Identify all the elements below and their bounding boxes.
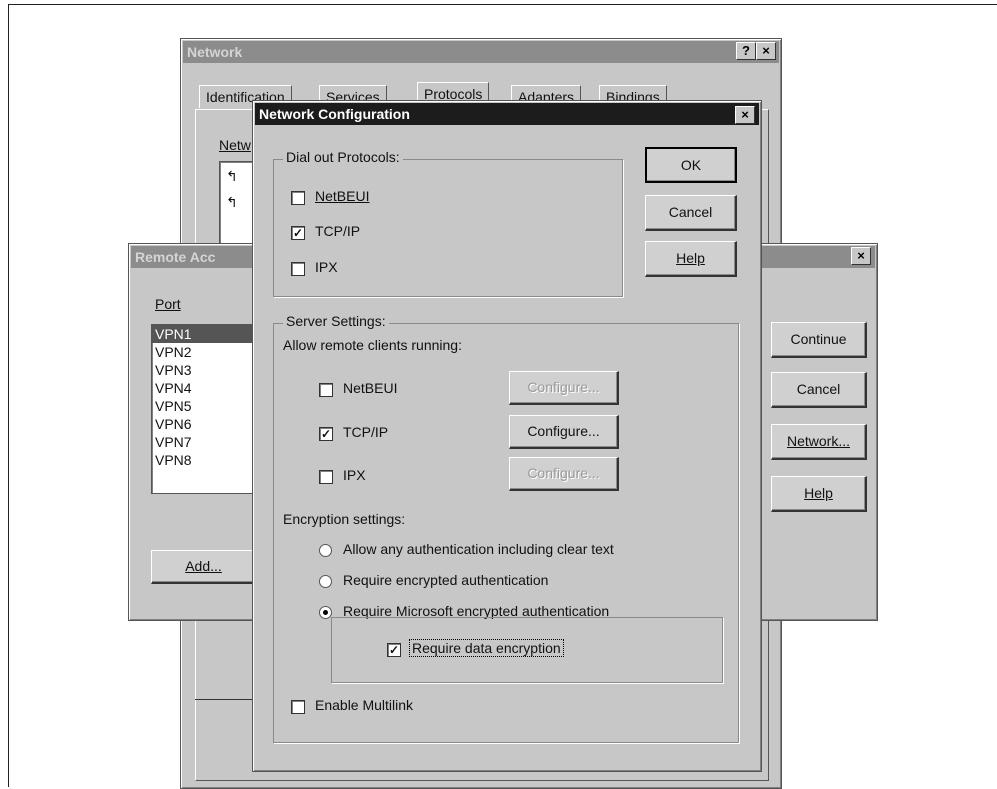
continue-button-label: Continue: [790, 331, 847, 347]
server-ipx-label[interactable]: IPX: [343, 467, 366, 483]
server-ipx-checkbox[interactable]: [319, 470, 333, 484]
port-listbox[interactable]: VPN1 VPN2 VPN3 VPN4 VPN5 VPN6 VPN7 VPN8: [151, 324, 263, 494]
remote-cancel-button-label: Cancel: [796, 381, 841, 397]
remote-cancel-button[interactable]: Cancel: [771, 372, 867, 408]
close-icon[interactable]: ×: [735, 106, 755, 124]
close-icon[interactable]: ×: [851, 247, 871, 265]
server-netbeui-label[interactable]: NetBEUI: [343, 380, 397, 396]
enable-multilink-label[interactable]: Enable Multilink: [315, 697, 413, 713]
server-tcpip-checkbox[interactable]: ✓: [319, 427, 333, 441]
remote-help-button-label: Help: [804, 485, 833, 501]
enc-encrypted-radio[interactable]: [319, 575, 332, 588]
configure-netbeui-label: Configure...: [527, 379, 600, 395]
config-help-button-label: Help: [676, 250, 705, 266]
port-label: Port: [155, 296, 181, 312]
list-item[interactable]: VPN7: [152, 433, 262, 451]
network-button-label: Network...: [786, 433, 850, 449]
protocol-icon: ↰: [226, 168, 238, 184]
network-section-label: Netw: [219, 137, 251, 153]
network-title: Network: [187, 44, 243, 60]
remote-access-title: Remote Acc: [135, 249, 216, 265]
ok-button-label: OK: [680, 157, 702, 173]
network-config-dialog: Network Configuration × Dial out Protoco…: [252, 100, 762, 772]
remote-help-button[interactable]: Help: [771, 476, 867, 512]
server-settings-label: Server Settings:: [283, 313, 389, 329]
allow-remote-label: Allow remote clients running:: [283, 337, 462, 353]
help-icon[interactable]: ?: [736, 42, 756, 60]
configure-tcpip-label: Configure...: [527, 423, 600, 439]
dial-tcpip-label[interactable]: TCP/IP: [315, 223, 360, 239]
encryption-settings-label: Encryption settings:: [283, 511, 406, 527]
enc-any-label[interactable]: Allow any authentication including clear…: [343, 541, 614, 557]
server-tcpip-label[interactable]: TCP/IP: [343, 424, 388, 440]
config-cancel-button[interactable]: Cancel: [645, 195, 737, 231]
network-bottom-divider: [195, 699, 255, 700]
config-titlebar: Network Configuration: [255, 103, 759, 125]
frame-left-line: [8, 4, 9, 787]
config-title: Network Configuration: [259, 106, 410, 122]
continue-button[interactable]: Continue: [771, 322, 867, 358]
dial-tcpip-checkbox[interactable]: ✓: [291, 226, 305, 240]
dial-ipx-checkbox[interactable]: [291, 262, 305, 276]
list-item[interactable]: VPN4: [152, 379, 262, 397]
dial-netbeui-checkbox[interactable]: [291, 191, 305, 205]
require-data-encryption-checkbox[interactable]: ✓: [387, 643, 401, 657]
configure-tcpip-button[interactable]: Configure...: [509, 415, 619, 449]
list-item[interactable]: VPN2: [152, 343, 262, 361]
ok-button[interactable]: OK: [645, 147, 737, 183]
network-button[interactable]: Network...: [771, 424, 867, 460]
list-item[interactable]: VPN8: [152, 451, 262, 469]
frame-top-line: [8, 4, 997, 5]
config-help-button[interactable]: Help: [645, 241, 737, 277]
enc-encrypted-label[interactable]: Require encrypted authentication: [343, 572, 548, 588]
dial-ipx-label[interactable]: IPX: [315, 259, 338, 275]
server-netbeui-checkbox[interactable]: [319, 383, 333, 397]
add-port-button-label: Add...: [185, 558, 222, 574]
enc-any-radio[interactable]: [319, 544, 332, 557]
close-icon[interactable]: ×: [756, 42, 776, 60]
list-item[interactable]: VPN1: [152, 325, 262, 343]
dial-netbeui-label[interactable]: NetBEUI: [315, 188, 369, 204]
add-port-button[interactable]: Add...: [151, 550, 257, 584]
list-item[interactable]: VPN5: [152, 397, 262, 415]
require-data-encryption-label[interactable]: Require data encryption: [409, 639, 564, 657]
network-titlebar: Network: [183, 41, 779, 63]
list-item[interactable]: VPN6: [152, 415, 262, 433]
configure-ipx-button[interactable]: Configure...: [509, 457, 619, 491]
config-cancel-button-label: Cancel: [668, 204, 713, 220]
configure-netbeui-button[interactable]: Configure...: [509, 371, 619, 405]
protocol-icon: ↰: [226, 194, 238, 210]
enable-multilink-checkbox[interactable]: [291, 700, 305, 714]
list-item[interactable]: VPN3: [152, 361, 262, 379]
dial-out-label: Dial out Protocols:: [283, 149, 403, 165]
configure-ipx-label: Configure...: [527, 465, 600, 481]
